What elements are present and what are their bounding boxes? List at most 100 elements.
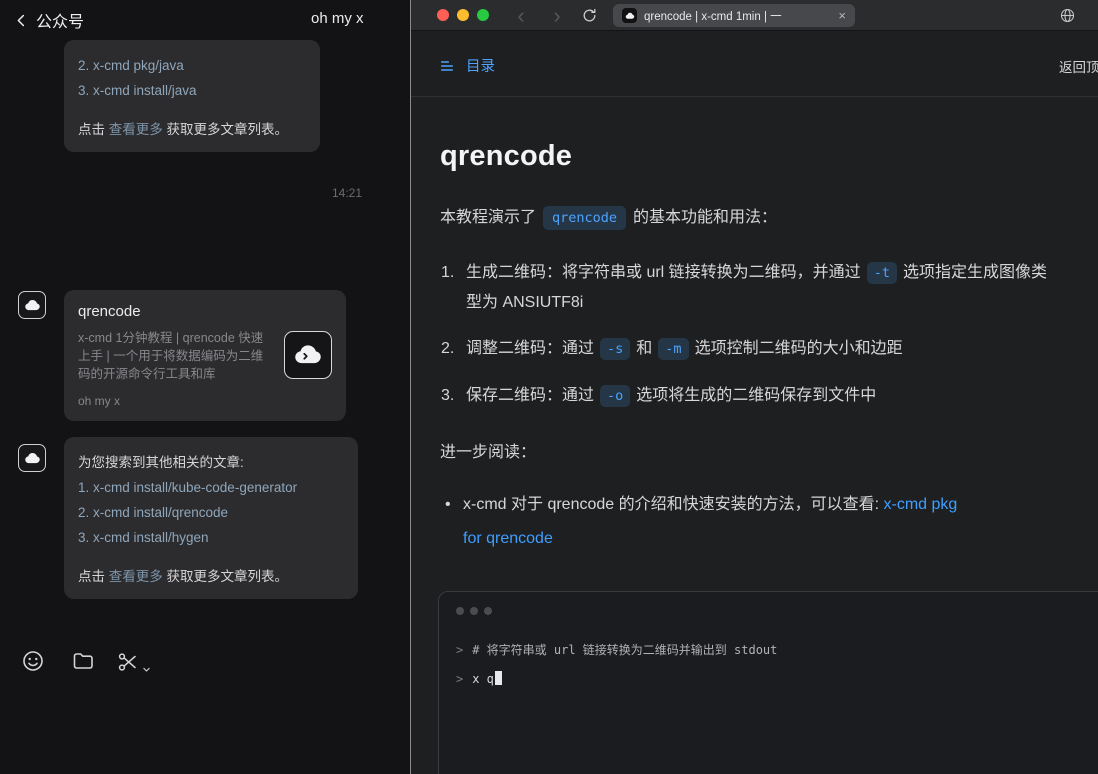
list-number: 2.	[441, 334, 454, 364]
card-description: x-cmd 1分钟教程 | qrencode 快速上手 | 一个用于将数据编码为…	[78, 329, 274, 383]
avatar[interactable]	[18, 291, 46, 319]
chevron-left-icon	[14, 13, 29, 28]
chat-window: 公众号 oh my x 2. x-cmd pkg/java 3. x-cmd i…	[0, 0, 410, 774]
scissors-icon	[116, 650, 140, 674]
list-text: 保存二维码：通过	[466, 387, 594, 404]
back-button[interactable]: 公众号	[14, 8, 84, 32]
see-more-link[interactable]: 查看更多	[109, 122, 163, 137]
footer-text: 点击	[78, 569, 109, 584]
bullet-text: x-cmd 对于 qrencode 的介绍和快速安装的方法，可以查看:	[463, 496, 884, 513]
card-body: x-cmd 1分钟教程 | qrencode 快速上手 | 一个用于将数据编码为…	[78, 329, 332, 383]
browser-chrome: ‹ › qrencode | x-cmd 1min | 一 ×	[411, 0, 1098, 31]
screenshot-button[interactable]	[120, 648, 146, 674]
browser-tab[interactable]: qrencode | x-cmd 1min | 一 ×	[613, 4, 855, 27]
terminal-window-dots	[456, 607, 1098, 615]
list-text: 选项将生成的二维码保存到文件中	[636, 387, 876, 404]
terminal-dot	[484, 607, 492, 615]
intro-paragraph: 本教程演示了qrencode的基本功能和用法：	[440, 203, 777, 230]
browser-back-button[interactable]: ‹	[511, 0, 531, 31]
intro-text: 本教程演示了	[440, 209, 536, 226]
see-more-link[interactable]: 查看更多	[109, 569, 163, 584]
article-card[interactable]: qrencode x-cmd 1分钟教程 | qrencode 快速上手 | 一…	[64, 290, 346, 421]
further-reading-item: x-cmd 对于 qrencode 的介绍和快速安装的方法，可以查看: x-cm…	[440, 488, 1024, 556]
list-text: 生成二维码：将字符串或 url 链接转换为二维码，并通过	[466, 264, 861, 281]
reload-icon	[581, 7, 598, 24]
emoji-button[interactable]	[20, 648, 46, 674]
smiley-icon	[21, 649, 45, 673]
toc-label: 目录	[466, 55, 495, 76]
search-intro: 为您搜索到其他相关的文章:	[78, 450, 344, 475]
file-button[interactable]	[70, 648, 96, 674]
chat-input-toolbar	[0, 641, 166, 681]
terminal-line: > # 将字符串或 url 链接转换为二维码并输出到 stdout	[456, 636, 1098, 665]
article-link[interactable]: 3. x-cmd install/hygen	[78, 525, 344, 550]
inline-code-s-flag: -s	[600, 338, 630, 360]
list-text: 选项控制二维码的大小和边距	[695, 340, 903, 357]
feature-list: 1.生成二维码：将字符串或 url 链接转换为二维码，并通过-t选项指定生成图像…	[440, 258, 1056, 427]
page-title: qrencode	[440, 140, 572, 173]
globe-icon	[1059, 7, 1076, 24]
cloud-logo-icon	[24, 450, 41, 467]
list-number: 3.	[441, 381, 454, 411]
table-of-contents-button[interactable]: 目录	[439, 55, 495, 76]
message-bubble-java-list: 2. x-cmd pkg/java 3. x-cmd install/java …	[64, 40, 320, 152]
back-label: 公众号	[36, 8, 84, 32]
list-item: 3. 保存二维码：通过 -o 选项将生成的二维码保存到文件中	[440, 381, 1056, 411]
reload-button[interactable]	[581, 7, 598, 24]
share-button[interactable]	[1059, 7, 1076, 24]
back-to-top-button[interactable]: 返回顶部	[1059, 56, 1098, 76]
article-link[interactable]: 3. x-cmd install/java	[78, 78, 306, 103]
chat-header: 公众号 oh my x	[0, 0, 410, 40]
browser-window: ‹ › qrencode | x-cmd 1min | 一 ×	[410, 0, 1098, 774]
list-text: 调整二维码：通过	[466, 340, 594, 357]
browser-forward-button[interactable]: ›	[547, 0, 567, 31]
list-text: 和	[636, 340, 652, 357]
toc-list-icon	[439, 58, 455, 74]
tab-favicon	[622, 8, 637, 23]
bubble-footer: 点击 查看更多 获取更多文章列表。	[78, 568, 344, 586]
footer-text: 点击	[78, 122, 109, 137]
footer-text: 获取更多文章列表。	[163, 122, 288, 137]
folder-icon	[71, 649, 95, 673]
terminal-command: x q	[472, 672, 494, 686]
cloud-logo-icon	[625, 11, 635, 21]
list-number: 1.	[441, 258, 454, 288]
terminal-prompt: >	[456, 672, 463, 686]
chat-title: oh my x	[311, 10, 364, 27]
cloud-logo-icon	[24, 297, 41, 314]
screen: 公众号 oh my x 2. x-cmd pkg/java 3. x-cmd i…	[0, 0, 1098, 774]
terminal-comment: # 将字符串或 url 链接转换为二维码并输出到 stdout	[472, 643, 777, 657]
inline-code-m-flag: -m	[658, 338, 688, 360]
card-thumbnail	[284, 331, 332, 379]
intro-text: 的基本功能和用法：	[633, 209, 777, 226]
bubble-footer: 点击 查看更多 获取更多文章列表。	[78, 121, 306, 139]
terminal-dot	[470, 607, 478, 615]
list-item: 2. 调整二维码：通过 -s 和 -m 选项控制二维码的大小和边距	[440, 334, 1056, 364]
window-controls	[437, 9, 489, 21]
card-source: oh my x	[78, 394, 332, 408]
terminal-line: > x q	[456, 665, 1098, 694]
terminal-prompt: >	[456, 643, 463, 657]
terminal-cursor	[495, 671, 502, 685]
chevron-down-icon	[142, 665, 151, 674]
inline-code-o-flag: -o	[600, 385, 630, 407]
message-bubble-search-results: 为您搜索到其他相关的文章: 1. x-cmd install/kube-code…	[64, 437, 358, 599]
timestamp: 14:21	[332, 186, 362, 200]
terminal-demo-block: > # 将字符串或 url 链接转换为二维码并输出到 stdout > x q	[438, 591, 1098, 774]
avatar[interactable]	[18, 444, 46, 472]
article-link[interactable]: 1. x-cmd install/kube-code-generator	[78, 475, 344, 500]
tab-close-icon[interactable]: ×	[838, 9, 846, 22]
minimize-window-button[interactable]	[457, 9, 469, 21]
zoom-window-button[interactable]	[477, 9, 489, 21]
terminal-dot	[456, 607, 464, 615]
article-link[interactable]: 2. x-cmd pkg/java	[78, 53, 306, 78]
card-title: qrencode	[78, 303, 332, 320]
further-reading-heading: 进一步阅读：	[440, 438, 536, 462]
cloud-logo-icon	[293, 340, 323, 370]
list-item: 1.生成二维码：将字符串或 url 链接转换为二维码，并通过-t选项指定生成图像…	[440, 258, 1056, 317]
doc-toolbar: 目录 返回顶部	[411, 31, 1098, 97]
article-link[interactable]: 2. x-cmd install/qrencode	[78, 500, 344, 525]
close-window-button[interactable]	[437, 9, 449, 21]
tab-title: qrencode | x-cmd 1min | 一	[644, 8, 831, 24]
inline-code-t-flag: -t	[867, 262, 897, 284]
